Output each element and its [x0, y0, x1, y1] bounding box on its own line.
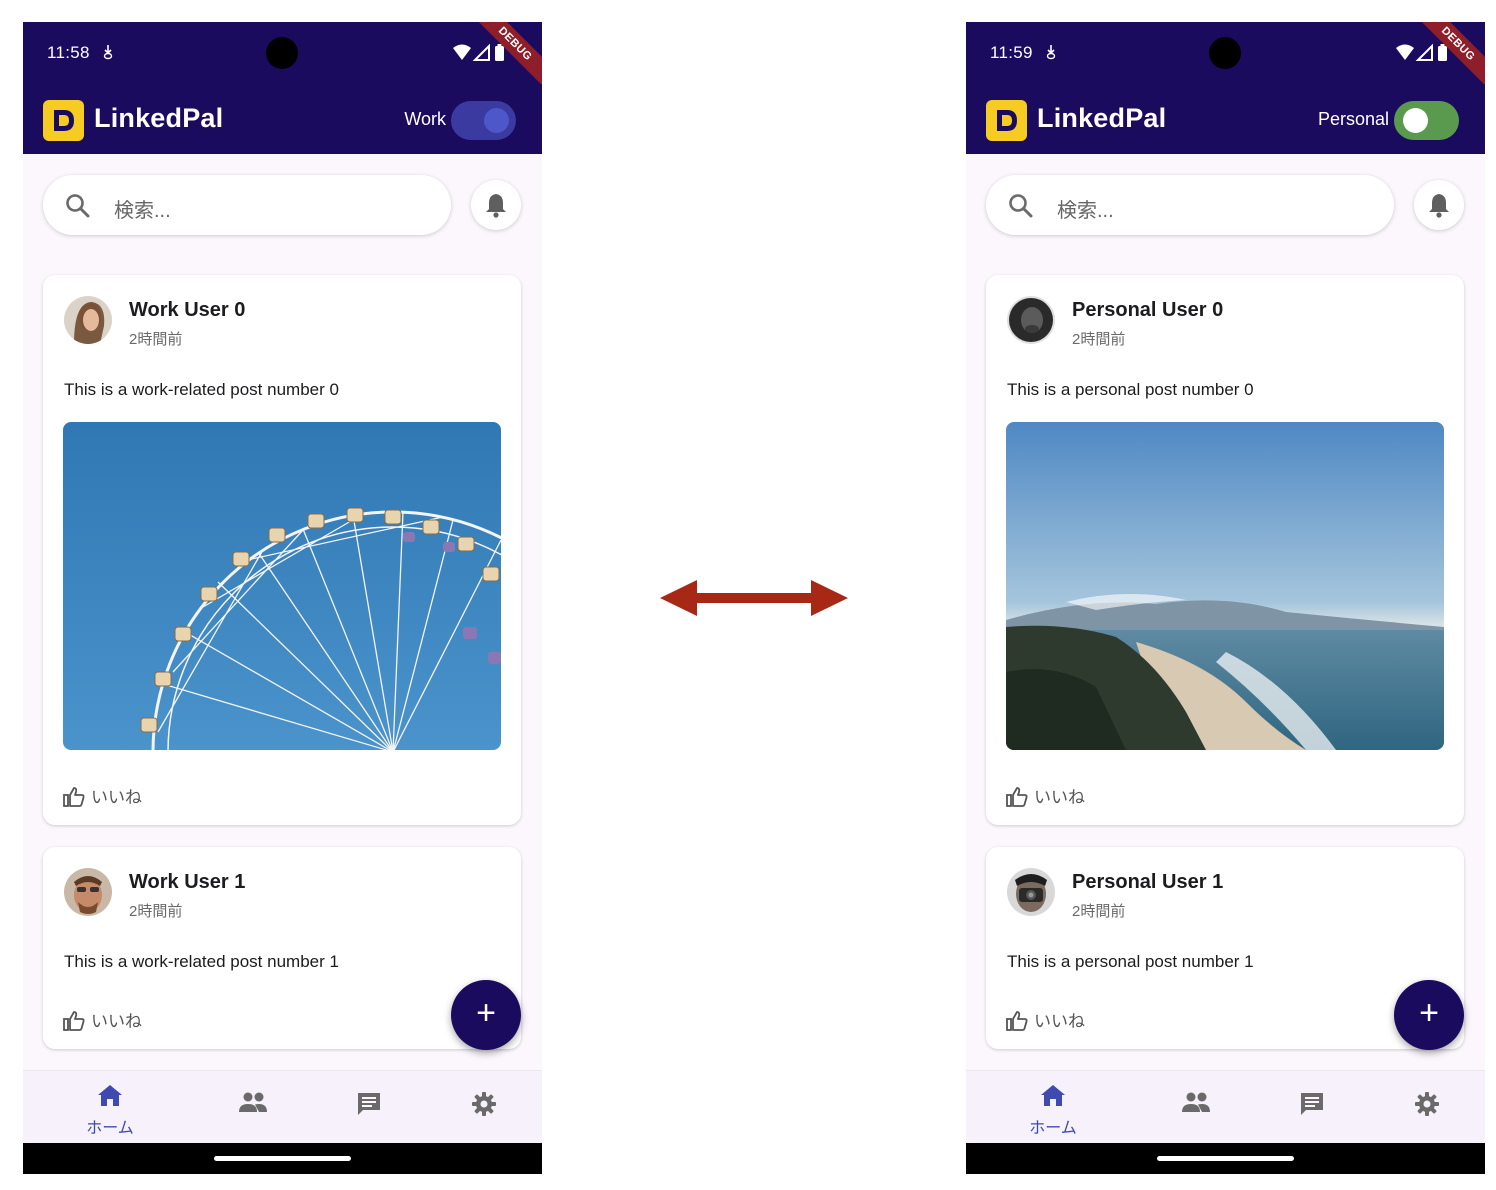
bell-icon [1429, 194, 1449, 218]
mode-toggle-switch[interactable] [451, 101, 516, 140]
bottom-navigation: ホーム [23, 1070, 542, 1143]
post-time: 2時間前 [1072, 331, 1126, 348]
post-card[interactable]: Work User 1 2時間前 This is a work-related … [43, 847, 521, 1049]
status-time: 11:59 [990, 43, 1033, 62]
home-indicator[interactable] [214, 1156, 351, 1161]
chat-icon [358, 1093, 380, 1115]
bell-icon [486, 194, 506, 218]
post-time: 2時間前 [1072, 903, 1126, 920]
nav-people[interactable] [223, 1091, 283, 1118]
search-input[interactable]: 検索... [986, 175, 1394, 235]
search-icon [66, 194, 90, 218]
nav-people[interactable] [1166, 1091, 1226, 1118]
phone-screen-work: 11:58 DEBUG LinkedPal Work 検索... Work Us… [23, 22, 542, 1174]
home-indicator[interactable] [1157, 1156, 1294, 1161]
like-button[interactable]: いいね [63, 1007, 142, 1032]
mode-label: Work [404, 109, 446, 129]
avatar[interactable] [64, 868, 112, 916]
mode-toggle-switch[interactable] [1394, 101, 1459, 140]
app-title: LinkedPal [94, 103, 224, 133]
app-logo [986, 100, 1027, 141]
notifications-button[interactable] [471, 180, 521, 230]
nav-home[interactable]: ホーム [1023, 1083, 1083, 1138]
double-arrow-icon [660, 580, 848, 616]
system-nav-bar [23, 1143, 542, 1174]
signal-battery-icons [453, 43, 504, 61]
post-card[interactable]: Work User 0 2時間前 This is a work-related … [43, 275, 521, 825]
post-text: This is a work-related post number 1 [64, 952, 339, 971]
post-time: 2時間前 [129, 331, 183, 348]
comparison-stage: 11:58 DEBUG LinkedPal Work 検索... Work Us… [0, 0, 1496, 1190]
signal-battery-icons [1396, 43, 1447, 61]
system-nav-bar [966, 1143, 1485, 1174]
post-card[interactable]: Personal User 1 2時間前 This is a personal … [986, 847, 1464, 1049]
gear-icon [472, 1092, 496, 1116]
nav-settings[interactable] [1397, 1091, 1457, 1122]
post-author[interactable]: Work User 0 [129, 299, 245, 322]
nav-messages[interactable] [1282, 1091, 1342, 1122]
like-button[interactable]: いいね [63, 783, 142, 808]
avatar[interactable] [64, 296, 112, 344]
app-logo [43, 100, 84, 141]
plus-icon: + [476, 994, 496, 1032]
people-icon [1182, 1092, 1210, 1112]
chat-icon [1301, 1093, 1323, 1115]
thumb-up-icon [1006, 1011, 1028, 1031]
like-label: いいね [91, 788, 142, 807]
thumb-up-icon [63, 787, 85, 807]
notifications-button[interactable] [1414, 180, 1464, 230]
camera-cutout [1209, 37, 1241, 69]
search-placeholder: 検索... [1057, 200, 1114, 222]
camera-cutout [266, 37, 298, 69]
post-text: This is a personal post number 1 [1007, 952, 1254, 971]
nav-settings[interactable] [454, 1091, 514, 1122]
add-post-button[interactable]: + [451, 980, 521, 1050]
post-card[interactable]: Personal User 0 2時間前 This is a personal … [986, 275, 1464, 825]
avatar[interactable] [1007, 868, 1055, 916]
post-text: This is a personal post number 0 [1007, 380, 1254, 399]
post-author[interactable]: Personal User 1 [1072, 871, 1223, 894]
nav-home[interactable]: ホーム [80, 1083, 140, 1138]
app-bar: LinkedPal Personal [966, 84, 1485, 154]
nav-home-label: ホーム [1029, 1120, 1077, 1137]
search-icon [1009, 194, 1033, 218]
status-bar: 11:58 DEBUG [23, 22, 542, 98]
search-input[interactable]: 検索... [43, 175, 451, 235]
download-status-icon [1046, 45, 1056, 60]
thumb-up-icon [63, 1011, 85, 1031]
post-author[interactable]: Personal User 0 [1072, 299, 1223, 322]
home-icon [1041, 1085, 1065, 1106]
gear-icon [1415, 1092, 1439, 1116]
home-icon [98, 1085, 122, 1106]
like-label: いいね [91, 1012, 142, 1031]
toggle-knob [484, 108, 509, 133]
search-placeholder: 検索... [114, 200, 171, 222]
mode-label: Personal [1317, 109, 1389, 129]
nav-home-label: ホーム [86, 1120, 134, 1137]
download-status-icon [103, 45, 113, 60]
toggle-knob [1403, 108, 1428, 133]
post-text: This is a work-related post number 0 [64, 380, 339, 399]
status-time: 11:58 [47, 43, 90, 62]
app-bar: LinkedPal Work [23, 84, 542, 154]
thumb-up-icon [1006, 787, 1028, 807]
phone-screen-personal: 11:59 DEBUG LinkedPal Personal 検索... Per… [966, 22, 1485, 1174]
like-label: いいね [1034, 788, 1085, 807]
add-post-button[interactable]: + [1394, 980, 1464, 1050]
post-image[interactable] [1006, 422, 1444, 750]
post-time: 2時間前 [129, 903, 183, 920]
like-button[interactable]: いいね [1006, 1007, 1085, 1032]
avatar[interactable] [1007, 296, 1055, 344]
people-icon [239, 1092, 267, 1112]
status-bar: 11:59 DEBUG [966, 22, 1485, 98]
post-author[interactable]: Work User 1 [129, 871, 245, 894]
bottom-navigation: ホーム [966, 1070, 1485, 1143]
post-image[interactable] [63, 422, 501, 750]
app-title: LinkedPal [1037, 103, 1167, 133]
like-button[interactable]: いいね [1006, 783, 1085, 808]
nav-messages[interactable] [339, 1091, 399, 1122]
like-label: いいね [1034, 1012, 1085, 1031]
plus-icon: + [1419, 994, 1439, 1032]
